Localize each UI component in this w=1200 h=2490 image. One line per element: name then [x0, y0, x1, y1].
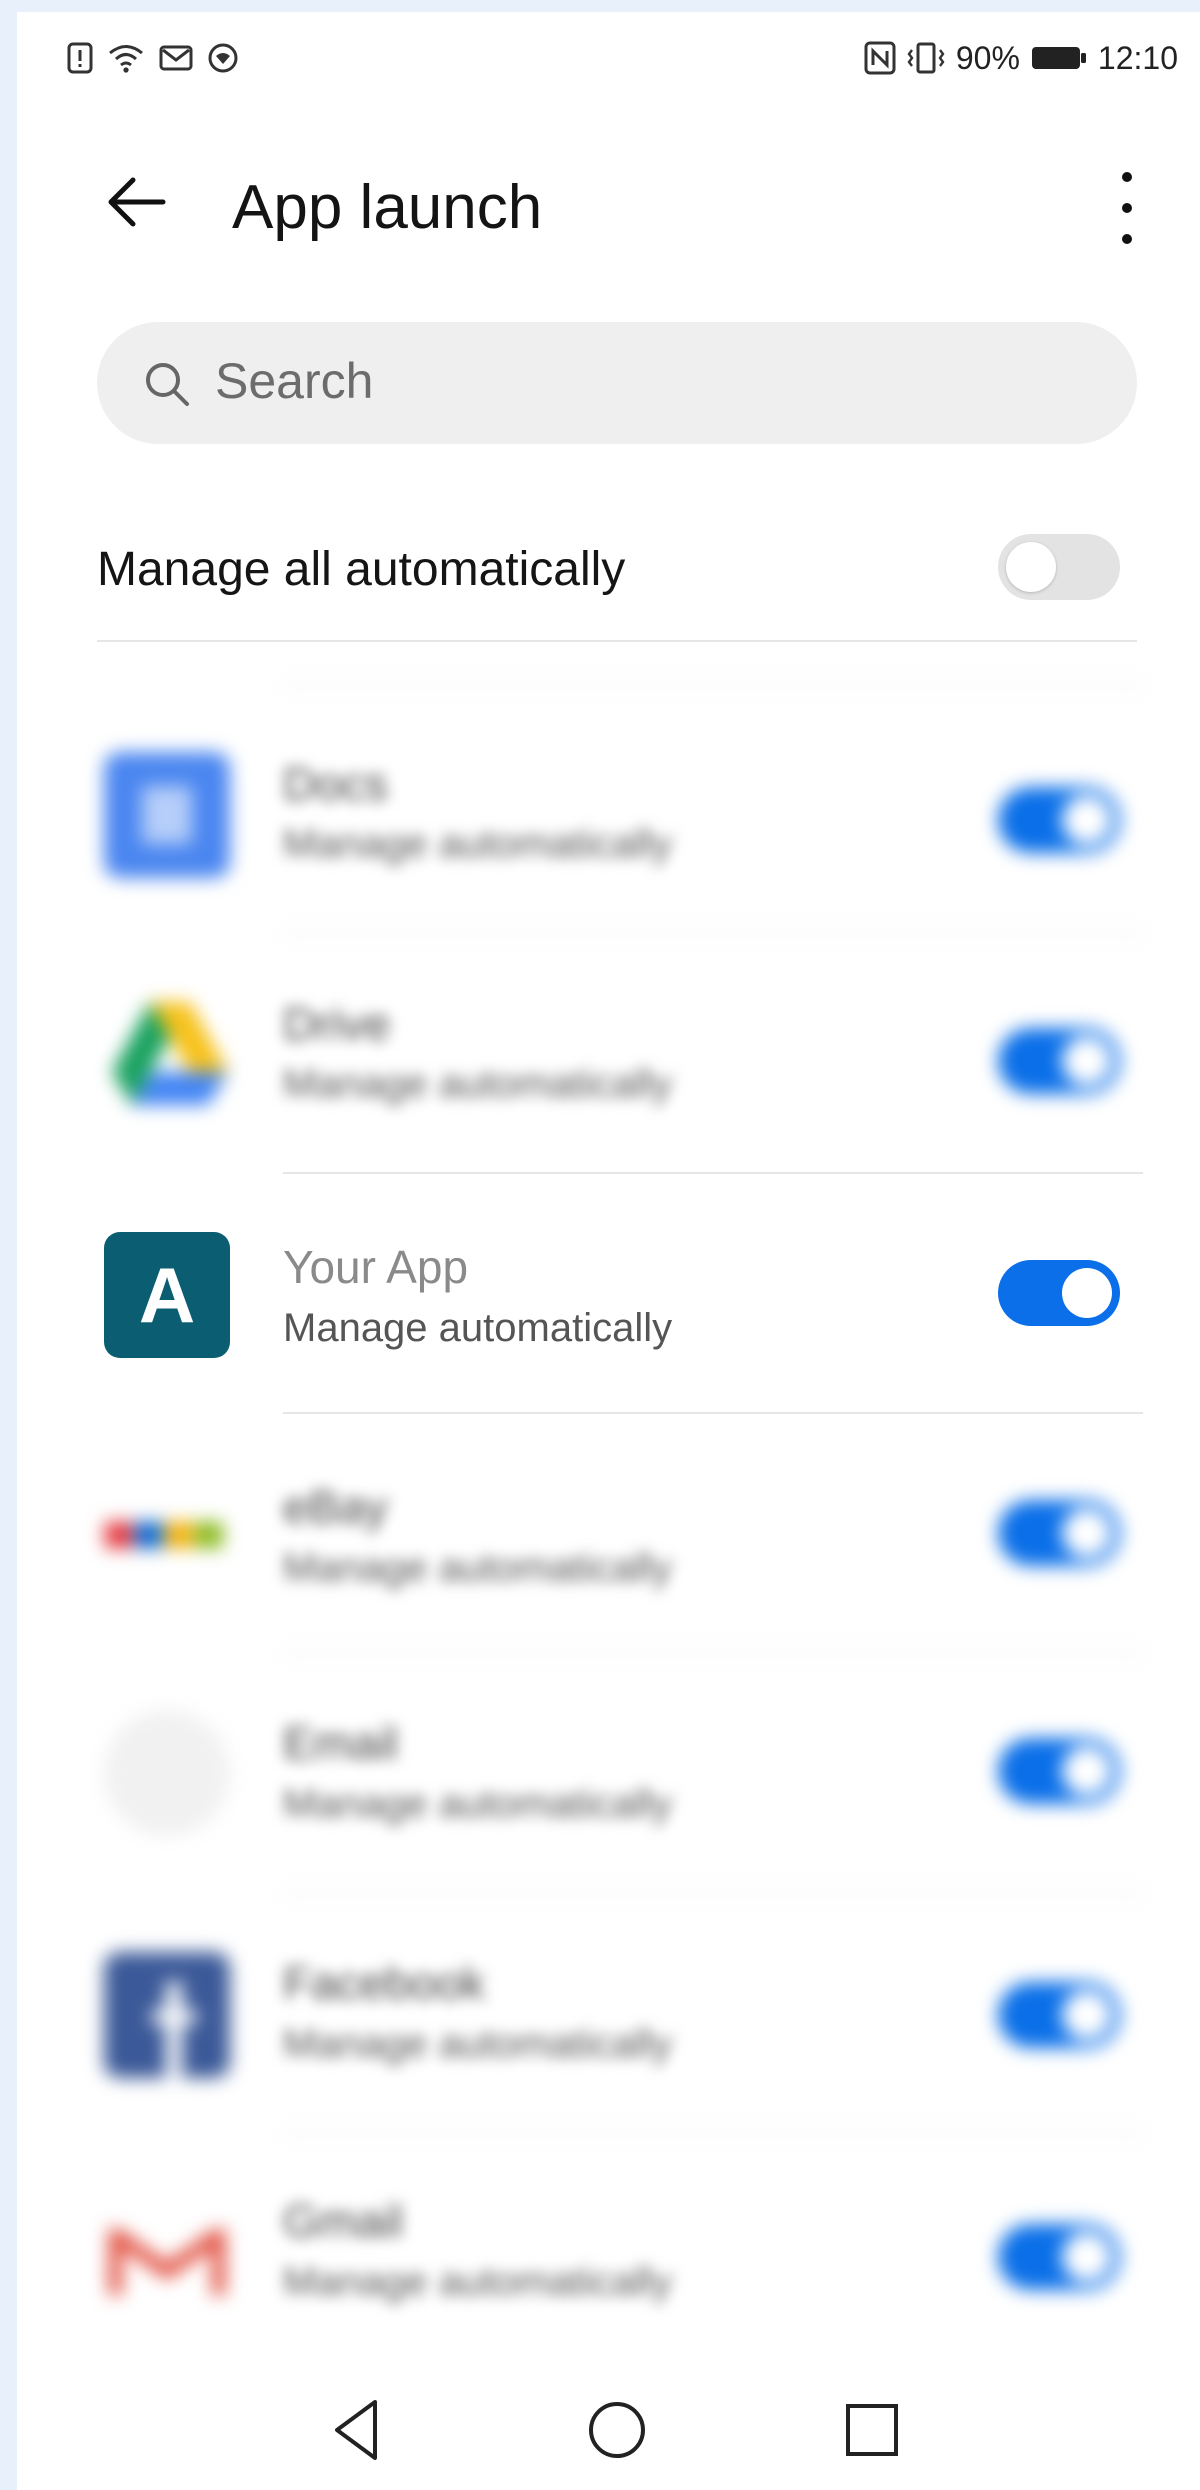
app-subtitle: Manage automatically: [283, 1782, 673, 1826]
nfc-icon: [864, 41, 896, 75]
divider: [283, 932, 1143, 934]
app-name: Your App: [283, 1241, 469, 1293]
app-toggle[interactable]: [998, 1260, 1120, 1326]
manage-all-toggle[interactable]: [998, 534, 1120, 600]
clock: 12:10: [1097, 39, 1178, 76]
toggle-knob: [1062, 795, 1112, 845]
app-letter-icon: A: [104, 1232, 230, 1358]
battery-icon: [1031, 47, 1086, 69]
home-nav-icon[interactable]: [577, 2390, 657, 2470]
app-row-email[interactable]: Email Manage automatically: [17, 1654, 1200, 1892]
back-nav-icon[interactable]: [317, 2390, 397, 2470]
facebook-icon: [104, 1952, 230, 2078]
app-subtitle: Manage automatically: [283, 2260, 673, 2304]
app-name: Facebook: [283, 1957, 486, 2009]
app-subtitle: Manage automatically: [283, 822, 673, 866]
page-title: App launch: [232, 173, 543, 242]
toggle-knob: [1062, 1268, 1112, 1318]
drive-icon: [112, 1002, 228, 1105]
app-subtitle: Manage automatically: [283, 1546, 673, 1590]
menu-dot: [1122, 203, 1132, 213]
app-name: Email: [283, 1717, 399, 1769]
manage-all-label: Manage all automatically: [97, 543, 626, 596]
app-name: Drive: [283, 998, 391, 1050]
email-icon: [104, 1710, 230, 1836]
app-row-facebook[interactable]: Facebook Manage automatically: [17, 1894, 1200, 2132]
menu-dot: [1122, 234, 1132, 244]
ebay-icon: [105, 1522, 223, 1548]
gmail-icon: [109, 2229, 225, 2295]
toggle-knob: [1062, 1508, 1112, 1558]
navigation-bar: [17, 2390, 1200, 2490]
app-name: Docs: [283, 758, 388, 810]
wifi-icon: [109, 45, 143, 73]
recents-nav-icon[interactable]: [832, 2390, 912, 2470]
app-row-ebay[interactable]: eBay Manage automatically: [17, 1414, 1200, 1652]
toggle-knob: [1062, 1990, 1112, 2040]
app-name: Gmail: [283, 2195, 404, 2247]
mail-icon: [159, 45, 193, 71]
status-bar-left: [67, 38, 239, 78]
alert-icon: [67, 42, 93, 74]
toggle-knob: [1006, 542, 1056, 592]
app-subtitle: Manage automatically: [283, 1062, 673, 1106]
toggle-knob: [1062, 1746, 1112, 1796]
app-icon-letter: A: [138, 1250, 196, 1339]
app-row-gmail[interactable]: Gmail Manage automatically: [17, 2134, 1200, 2372]
divider: [97, 640, 1137, 642]
search-icon: [146, 363, 189, 406]
toggle-knob: [1062, 1036, 1112, 1086]
status-bar-right: 90% 12:10: [864, 38, 1178, 78]
app-toggle[interactable]: [998, 1738, 1120, 1804]
app-name: eBay: [283, 1481, 388, 1533]
app-subtitle: Manage automatically: [283, 1306, 673, 1350]
more-vert-icon[interactable]: [1107, 172, 1147, 244]
app-icon: [208, 43, 238, 73]
search-bar[interactable]: Search: [97, 322, 1137, 444]
app-toggle[interactable]: [998, 1982, 1120, 2048]
divider: [283, 684, 1143, 686]
app-launch-screen: 90% 12:10 App launch Search Manage all a…: [17, 12, 1200, 2490]
search-input[interactable]: Search: [215, 352, 373, 410]
app-row-your-app[interactable]: A Your App Manage automatically: [17, 1174, 1200, 1412]
toggle-knob: [1062, 2232, 1112, 2282]
docs-icon: [104, 752, 230, 878]
app-toggle[interactable]: [998, 1028, 1120, 1094]
app-row-docs[interactable]: Docs Manage automatically: [17, 712, 1200, 942]
app-toggle[interactable]: [998, 2224, 1120, 2290]
app-toggle[interactable]: [998, 1500, 1120, 1566]
menu-dot: [1122, 172, 1132, 182]
arrow-left-icon[interactable]: [97, 162, 177, 242]
battery-percent: 90%: [955, 39, 1020, 76]
app-row-drive[interactable]: Drive Manage automatically: [17, 952, 1200, 1172]
vibrate-icon: [907, 42, 945, 74]
app-subtitle: Manage automatically: [283, 2022, 673, 2066]
app-toggle[interactable]: [998, 787, 1120, 853]
